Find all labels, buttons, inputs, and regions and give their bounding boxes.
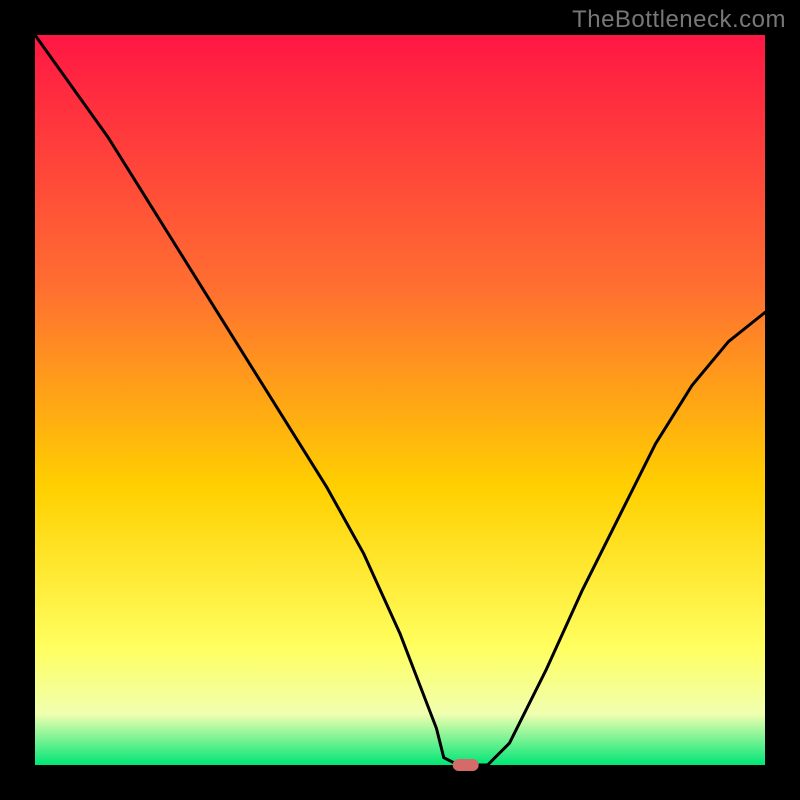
bottleneck-chart: TheBottleneck.com xyxy=(0,0,800,800)
optimal-marker xyxy=(453,759,479,771)
watermark-label: TheBottleneck.com xyxy=(572,6,786,34)
chart-svg xyxy=(0,0,800,800)
plot-area-gradient xyxy=(35,35,765,765)
